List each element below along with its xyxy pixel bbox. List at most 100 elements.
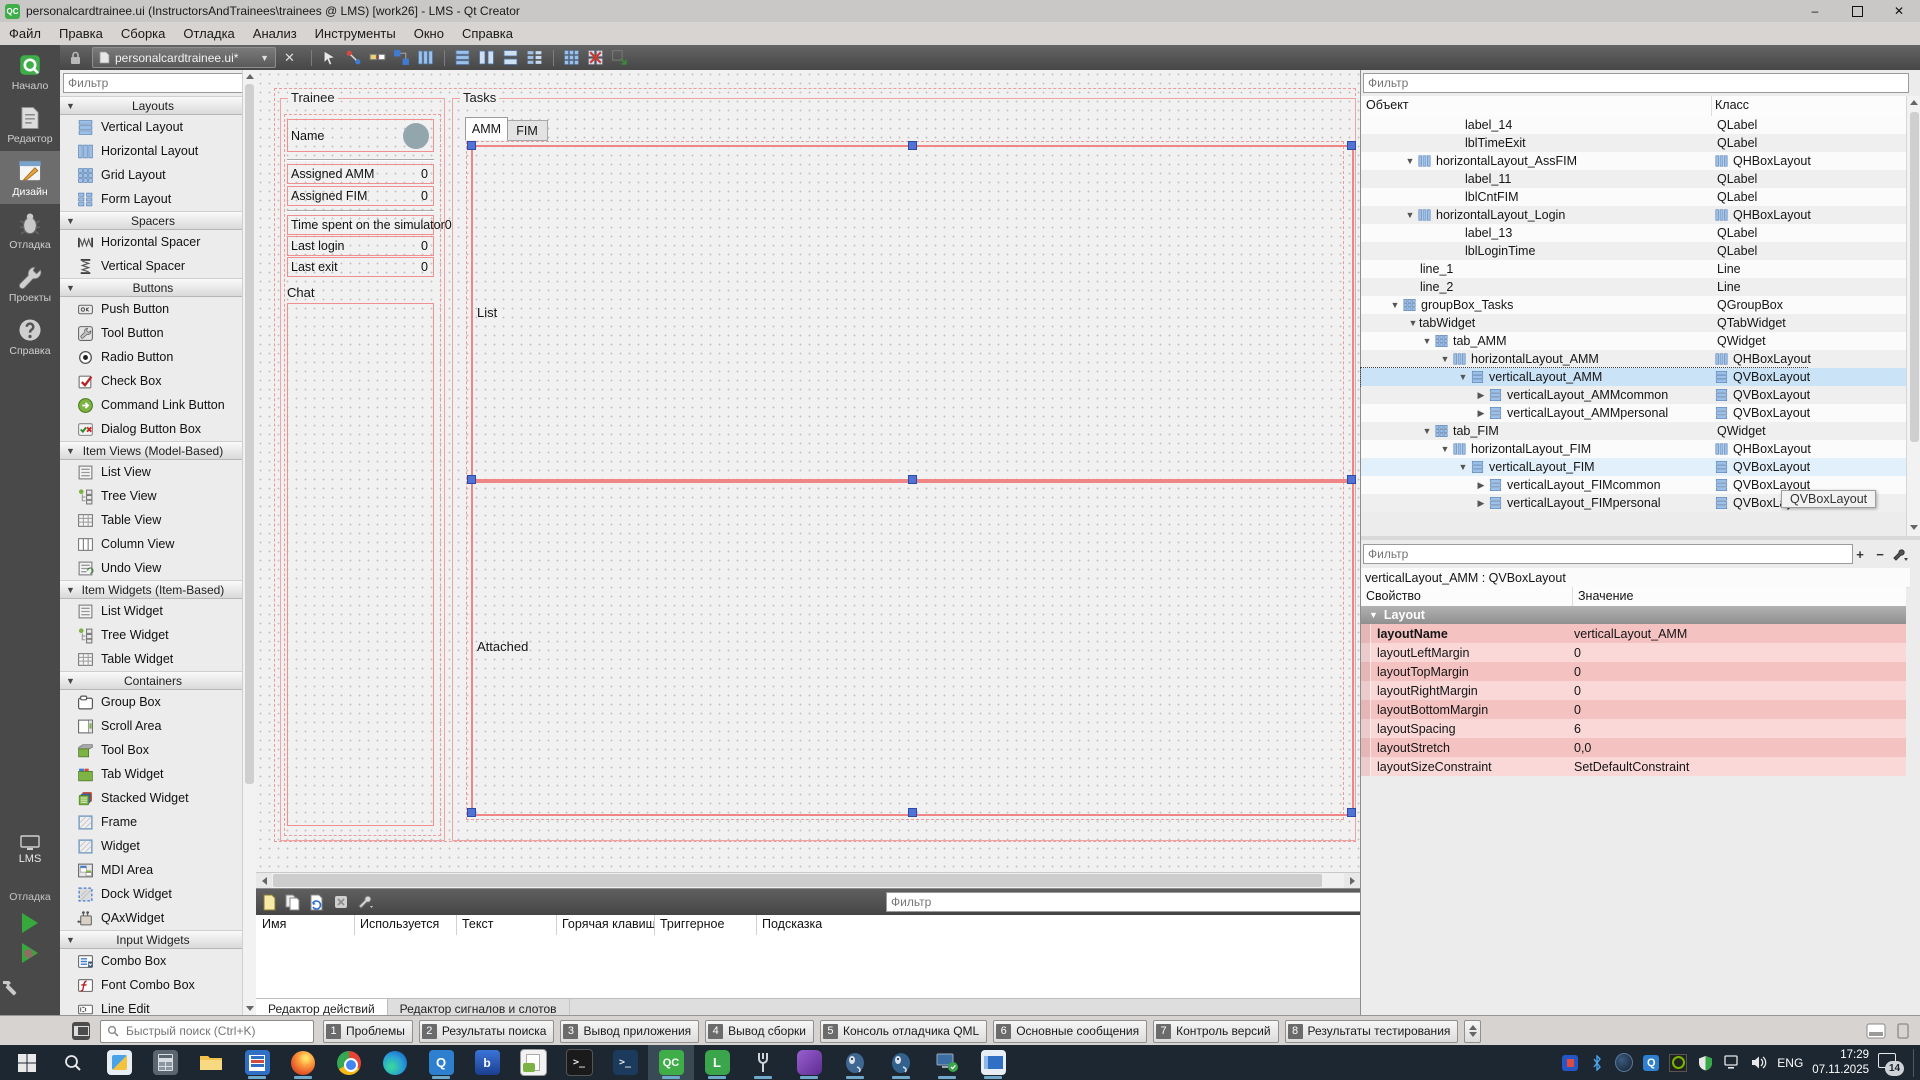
sidebar-toggle-icon[interactable] xyxy=(72,1022,90,1040)
scroll-down-icon[interactable] xyxy=(1910,525,1918,530)
taskbar-firefox-icon[interactable] xyxy=(280,1045,326,1080)
chevron-down-icon[interactable]: ▼ xyxy=(1439,444,1451,454)
widgetbox-item-dock-widget[interactable]: Dock Widget xyxy=(60,882,243,906)
widgetbox-section-6[interactable]: ▼Input Widgets xyxy=(60,930,243,949)
name-row[interactable]: Name xyxy=(287,119,434,152)
output-pane-4[interactable]: 4Вывод сборки xyxy=(705,1020,814,1043)
widgetbox-item-tool-box[interactable]: Tool Box xyxy=(60,738,243,762)
tab-fim[interactable]: FIM xyxy=(506,120,548,141)
widgetbox-item-mdi-area[interactable]: MDI Area xyxy=(60,858,243,882)
taskbar-l-app-icon[interactable]: L xyxy=(694,1045,740,1080)
taskbar-cmd-icon[interactable]: >_ xyxy=(556,1045,602,1080)
chevron-down-icon[interactable]: ▼ xyxy=(1421,426,1433,436)
object-name-cell[interactable]: ▼horizontalLayout_AssFIM xyxy=(1361,152,1754,170)
widgetbox-item-horizontal-spacer[interactable]: Horizontal Spacer xyxy=(60,230,243,254)
column-value[interactable]: Значение xyxy=(1578,589,1633,603)
tab-amm[interactable]: AMM xyxy=(465,117,508,141)
property-row-layoutLeftMargin[interactable]: layoutLeftMargin0 xyxy=(1361,643,1906,662)
object-class-cell[interactable]: QGroupBox xyxy=(1711,296,1912,314)
object-tree-scrollbar[interactable] xyxy=(1906,96,1920,536)
widgetbox-item-combo-box[interactable]: Combo Box xyxy=(60,949,243,973)
taskbar-fork-app-icon[interactable] xyxy=(740,1045,786,1080)
q-tray-icon[interactable]: Q xyxy=(1642,1054,1660,1072)
selection-handle[interactable] xyxy=(908,475,917,484)
menu-item-3[interactable]: Отладка xyxy=(174,23,243,45)
mode-welcome[interactable]: Начало xyxy=(0,45,60,98)
layout-grid-icon[interactable] xyxy=(563,49,581,67)
scrollbar-thumb[interactable] xyxy=(245,84,254,784)
stat-row-last-exit[interactable]: Last exit0 xyxy=(287,257,434,277)
menu-item-4[interactable]: Анализ xyxy=(244,23,306,45)
debug-run-button[interactable] xyxy=(22,943,38,963)
widgetbox-section-3[interactable]: ▼Item Views (Model-Based) xyxy=(60,441,243,460)
notification-center[interactable]: 14 xyxy=(1878,1053,1902,1073)
property-value[interactable]: 0 xyxy=(1574,662,1581,681)
widgetbox-item-tool-button[interactable]: Tool Button xyxy=(60,321,243,345)
taskbar-widgets-app-icon[interactable] xyxy=(96,1045,142,1080)
selection-handle[interactable] xyxy=(1347,475,1356,484)
show-desktop-strip[interactable] xyxy=(1913,1049,1914,1077)
layout-splitter-horizontal-icon[interactable] xyxy=(478,49,496,67)
taskbar-purple-app-icon[interactable] xyxy=(786,1045,832,1080)
widgetbox-item-vertical-layout[interactable]: Vertical Layout xyxy=(60,115,243,139)
output-pane-6[interactable]: 6Основные сообщения xyxy=(993,1020,1147,1043)
object-row-lblLoginTime[interactable]: lblLoginTimeQLabel xyxy=(1361,242,1906,260)
taskbar-disk-app-icon[interactable] xyxy=(234,1045,280,1080)
menu-item-6[interactable]: Окно xyxy=(405,23,453,45)
scroll-up-icon[interactable] xyxy=(1910,100,1918,105)
widgetbox-item-push-button[interactable]: Push Button xyxy=(60,297,243,321)
stat-row-assigned-fim[interactable]: Assigned FIM0 xyxy=(287,186,434,206)
property-row-layoutSizeConstraint[interactable]: layoutSizeConstraintSetDefaultConstraint xyxy=(1361,757,1906,776)
object-row-verticalLayout_AMM[interactable]: ▼verticalLayout_AMMQVBoxLayout xyxy=(1361,368,1906,386)
bluetooth-icon[interactable] xyxy=(1588,1054,1606,1072)
canvas-horizontal-scrollbar[interactable] xyxy=(256,872,1360,889)
trainee-group-box[interactable]: Trainee Name Chat Assigned AMM0Assigned … xyxy=(280,98,445,841)
layout-splitter-vertical-icon[interactable] xyxy=(502,49,520,67)
object-class-cell[interactable]: QVBoxLayout xyxy=(1711,404,1906,422)
property-configure-icon[interactable] xyxy=(1891,544,1909,564)
taskbar-postgres-app-icon[interactable] xyxy=(832,1045,878,1080)
object-class-cell[interactable]: QHBoxLayout xyxy=(1711,350,1906,368)
object-class-cell[interactable]: Line xyxy=(1711,278,1912,296)
layout-horizontal-icon[interactable] xyxy=(417,49,435,67)
mode-debug[interactable]: Отладка xyxy=(0,204,60,257)
menu-item-5[interactable]: Инструменты xyxy=(306,23,405,45)
action-column-5[interactable]: Подсказка xyxy=(762,917,822,931)
object-class-cell[interactable]: QLabel xyxy=(1711,242,1912,260)
volume-icon[interactable] xyxy=(1750,1054,1768,1072)
chevron-right-icon[interactable]: ▶ xyxy=(1475,408,1487,419)
object-row-label_11[interactable]: label_11QLabel xyxy=(1361,170,1906,188)
chevron-right-icon[interactable]: ▶ xyxy=(1475,498,1487,509)
scroll-right-icon[interactable] xyxy=(1344,873,1360,888)
close-document-icon[interactable]: ✕ xyxy=(284,50,295,66)
property-row-layoutStretch[interactable]: layoutStretch0,0 xyxy=(1361,738,1906,757)
object-class-cell[interactable]: QTabWidget xyxy=(1711,314,1912,332)
widgetbox-item-undo-view[interactable]: Undo View xyxy=(60,556,243,580)
steam-icon[interactable] xyxy=(1615,1054,1633,1072)
widgetbox-item-group-box[interactable]: Group Box xyxy=(60,690,243,714)
object-row-verticalLayout_AMMpersonal[interactable]: ▶verticalLayout_AMMpersonalQVBoxLayout xyxy=(1361,404,1906,422)
document-selector[interactable]: personalcardtrainee.ui* ▼ xyxy=(92,47,276,68)
object-name-cell[interactable]: ▼tab_FIM xyxy=(1361,422,1771,440)
menu-item-2[interactable]: Сборка xyxy=(112,23,175,45)
property-value[interactable]: 0,0 xyxy=(1574,738,1591,757)
action-column-0[interactable]: Имя xyxy=(262,917,286,931)
scroll-up-icon[interactable] xyxy=(246,74,254,79)
object-row-tab_FIM[interactable]: ▼tab_FIMQWidget xyxy=(1361,422,1906,440)
scroll-down-icon[interactable] xyxy=(246,1006,254,1011)
widgetbox-item-widget[interactable]: Widget xyxy=(60,834,243,858)
object-row-line_2[interactable]: line_2Line xyxy=(1361,278,1906,296)
output-pane-5[interactable]: 5Консоль отладчика QML xyxy=(820,1020,987,1043)
taskbar-calculator-app-icon[interactable] xyxy=(142,1045,188,1080)
output-pane-toggle-icon[interactable] xyxy=(1866,1022,1886,1040)
widget-box-scrollbar[interactable] xyxy=(242,70,256,1015)
output-pane-7[interactable]: 7Контроль версий xyxy=(1153,1020,1278,1043)
object-class-cell[interactable]: QHBoxLayout xyxy=(1711,152,1906,170)
taskbar-notepad-app-icon[interactable] xyxy=(510,1045,556,1080)
property-value[interactable]: 0 xyxy=(1574,681,1581,700)
object-inspector-filter-input[interactable] xyxy=(1363,73,1909,93)
property-value[interactable]: SetDefaultConstraint xyxy=(1574,757,1689,776)
output-pane-3[interactable]: 3Вывод приложения xyxy=(560,1020,699,1043)
selection-handle[interactable] xyxy=(467,141,476,150)
layout-vertical-icon[interactable] xyxy=(454,49,472,67)
